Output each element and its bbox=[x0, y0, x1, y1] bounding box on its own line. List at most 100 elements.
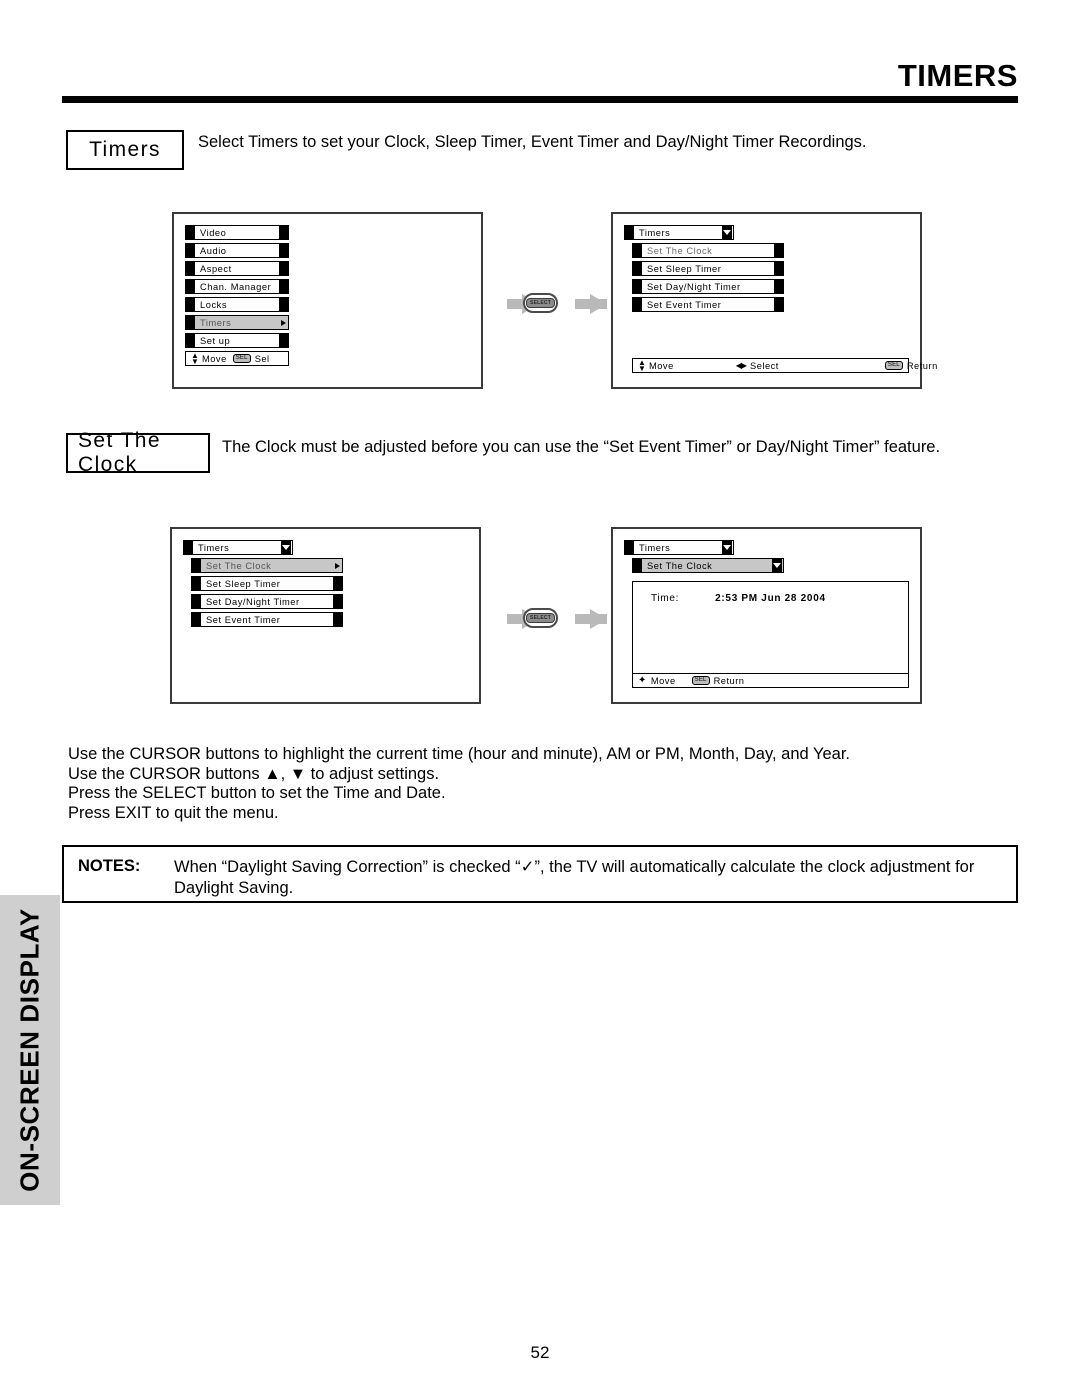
osd-title-timers: Timers bbox=[624, 225, 734, 240]
osd-item-set-daynight-timer[interactable]: Set Day/Night Timer bbox=[191, 594, 343, 609]
notes-body: When “Daylight Saving Correction” is che… bbox=[174, 858, 975, 897]
osd-title-timers: Timers bbox=[624, 540, 734, 555]
osd-item-label: Timers bbox=[200, 317, 232, 328]
clock-time-row: Time: 2:53 PM Jun 28 2004 bbox=[633, 582, 908, 604]
flow-arrow-right bbox=[575, 609, 607, 629]
page-title: TIMERS bbox=[897, 58, 1018, 93]
osd-item-set-sleep-timer[interactable]: Set Sleep Timer bbox=[191, 576, 343, 591]
clock-time-value[interactable]: 2:53 PM Jun 28 2004 bbox=[715, 593, 826, 604]
clock-readout-panel: Time: 2:53 PM Jun 28 2004 bbox=[632, 581, 909, 680]
bar-left-cap bbox=[186, 280, 195, 293]
osd-item-label: Set Event Timer bbox=[647, 299, 722, 310]
four-way-arrow-icon: ✦ bbox=[638, 675, 647, 686]
osd-item-audio[interactable]: Audio bbox=[185, 243, 289, 258]
osd-item-label: Set The Clock bbox=[206, 560, 272, 571]
header-divider bbox=[62, 96, 1018, 103]
bar-left-cap bbox=[625, 226, 634, 239]
bar-left-cap bbox=[192, 595, 201, 608]
help-select-label: Select bbox=[750, 360, 779, 371]
osd-item-label: Video bbox=[200, 227, 227, 238]
flow-arrow-tail bbox=[575, 299, 607, 309]
osd-item-video[interactable]: Video bbox=[185, 225, 289, 240]
section-description-set-the-clock: The Clock must be adjusted before you ca… bbox=[222, 438, 941, 456]
osd-subtitle-label: Set The Clock bbox=[647, 560, 713, 571]
osd-item-set-event-timer[interactable]: Set Event Timer bbox=[191, 612, 343, 627]
select-chip-icon: SEL bbox=[691, 675, 710, 686]
select-chip-icon: SEL bbox=[232, 353, 251, 364]
osd-timers-menu: Timers Set The Clock Set Sleep Timer Set… bbox=[611, 212, 937, 389]
chevron-right-icon bbox=[281, 319, 286, 326]
flow-arrow-tail bbox=[575, 614, 607, 624]
osd-title-label: Timers bbox=[639, 227, 671, 238]
section-description-timers: Select Timers to set your Clock, Sleep T… bbox=[198, 133, 867, 151]
side-tab-on-screen-display: ON-SCREEN DISPLAY bbox=[0, 895, 60, 1205]
osd-item-set-daynight-timer[interactable]: Set Day/Night Timer bbox=[632, 279, 784, 294]
help-move-label: Move bbox=[202, 353, 227, 364]
osd-item-chan-manager[interactable]: Chan. Manager bbox=[185, 279, 289, 294]
osd-title-label: Timers bbox=[198, 542, 230, 553]
instruction-line: Press EXIT to quit the menu. bbox=[68, 803, 279, 822]
instruction-line: Use the CURSOR buttons to highlight the … bbox=[68, 745, 850, 763]
bar-left-cap bbox=[192, 559, 201, 572]
bar-right-cap bbox=[333, 613, 342, 626]
select-button[interactable]: SELECT bbox=[523, 293, 558, 313]
osd-item-set-sleep-timer[interactable]: Set Sleep Timer bbox=[632, 261, 784, 276]
help-move-label: Move bbox=[650, 675, 676, 686]
bar-left-cap bbox=[633, 298, 642, 311]
osd-title-label: Timers bbox=[639, 542, 671, 553]
osd-item-set-the-clock[interactable]: Set The Clock bbox=[632, 243, 784, 258]
bar-right-cap bbox=[279, 262, 288, 275]
bar-left-cap bbox=[633, 244, 642, 257]
osd-subtitle-set-the-clock: Set The Clock bbox=[632, 558, 784, 573]
chevron-down-icon bbox=[281, 541, 291, 554]
bar-left-cap bbox=[186, 226, 195, 239]
bar-right-cap bbox=[279, 226, 288, 239]
select-chip-icon: SEL bbox=[884, 360, 903, 371]
chevron-down-icon bbox=[772, 559, 782, 572]
osd-item-setup[interactable]: Set up bbox=[185, 333, 289, 348]
bar-left-cap bbox=[633, 559, 642, 572]
osd-timers-menu-clock-highlighted: Timers Set The Clock Set Sleep Timer Set… bbox=[170, 527, 481, 704]
bar-left-cap bbox=[186, 262, 195, 275]
osd-item-label: Aspect bbox=[200, 263, 232, 274]
osd-item-set-event-timer[interactable]: Set Event Timer bbox=[632, 297, 784, 312]
flow-arrow-right bbox=[575, 294, 607, 314]
osd-help-bar: ✦ Move SEL Return bbox=[632, 673, 909, 688]
osd-set-clock-screen: Timers Set The Clock Time: 2:53 PM Jun 28… bbox=[611, 527, 922, 704]
instructions-block: Use the CURSOR buttons to highlight the … bbox=[68, 745, 850, 823]
osd-help-bar: ▲ ▼ Move SEL Sel bbox=[185, 351, 289, 366]
osd-item-label: Chan. Manager bbox=[200, 281, 272, 292]
bar-left-cap bbox=[186, 298, 195, 311]
bar-right-cap bbox=[279, 334, 288, 347]
bar-right-cap bbox=[774, 244, 783, 257]
select-button[interactable]: SELECT bbox=[523, 608, 558, 628]
bar-right-cap bbox=[774, 262, 783, 275]
instruction-line: Use the CURSOR buttons ▲, ▼ to adjust se… bbox=[68, 764, 440, 783]
osd-item-timers[interactable]: Timers bbox=[185, 315, 289, 330]
help-select-label: Sel bbox=[254, 353, 270, 364]
instruction-line: Press the SELECT button to set the Time … bbox=[68, 784, 446, 802]
section-label-timers: Timers bbox=[66, 130, 184, 170]
osd-item-aspect[interactable]: Aspect bbox=[185, 261, 289, 276]
help-return-label: Return bbox=[713, 675, 745, 686]
osd-main-menu: Video Audio Aspect Chan. Manager Locks T… bbox=[172, 212, 483, 389]
chevron-down-icon bbox=[722, 226, 732, 239]
chevron-down-icon bbox=[722, 541, 732, 554]
osd-item-label: Audio bbox=[200, 245, 227, 256]
osd-item-set-the-clock[interactable]: Set The Clock bbox=[191, 558, 343, 573]
osd-item-label: Set up bbox=[200, 335, 231, 346]
bar-left-cap bbox=[192, 577, 201, 590]
page-number: 52 bbox=[530, 1343, 550, 1362]
side-tab-label: ON-SCREEN DISPLAY bbox=[14, 908, 45, 1192]
select-button-label: SELECT bbox=[526, 298, 555, 308]
select-button-label: SELECT bbox=[526, 613, 555, 623]
osd-item-locks[interactable]: Locks bbox=[185, 297, 289, 312]
help-move-label: Move bbox=[649, 360, 674, 371]
bar-left-cap bbox=[633, 262, 642, 275]
chevron-right-icon bbox=[335, 562, 340, 569]
osd-item-label: Locks bbox=[200, 299, 228, 310]
bar-right-cap bbox=[774, 298, 783, 311]
bar-right-cap bbox=[774, 280, 783, 293]
osd-item-label: Set Day/Night Timer bbox=[647, 281, 741, 292]
bar-left-cap bbox=[186, 244, 195, 257]
